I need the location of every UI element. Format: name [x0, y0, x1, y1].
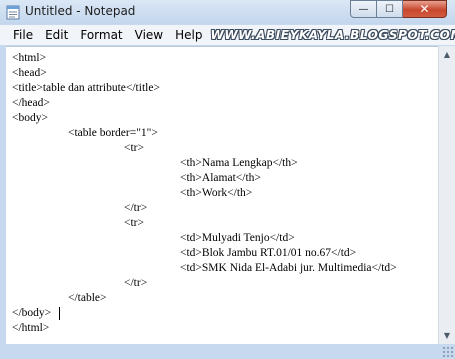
watermark-text: WWW.ABIEYKAYLA.BLOGSPOT.COM	[210, 28, 455, 42]
code-line: <td>SMK Nida El-Adabi jur. Multimedia</t…	[180, 262, 397, 274]
code-line: <td>Mulyadi Tenjo</td>	[180, 232, 295, 244]
menu-edit[interactable]: Edit	[39, 25, 74, 45]
resize-grip[interactable]	[442, 346, 453, 357]
menu-bar: File Edit Format View Help WWW.ABIEYKAYL…	[0, 25, 455, 45]
menu-view[interactable]: View	[129, 25, 169, 45]
window-bottom-frame	[0, 344, 455, 359]
code-line: <head>	[12, 67, 47, 79]
chevron-down-icon: ▼	[443, 331, 451, 340]
minimize-icon: —	[358, 3, 369, 15]
window-title: Untitled - Notepad	[25, 4, 136, 18]
minimize-button[interactable]: —	[350, 0, 377, 18]
code-line: </tr>	[124, 202, 148, 214]
notepad-window: Untitled - Notepad — ☐ ✕ File Edit Forma…	[0, 0, 455, 359]
code-line: <th>Alamat</th>	[180, 172, 261, 184]
menu-format[interactable]: Format	[74, 25, 128, 45]
text-editor-area[interactable]: <html> <head> <title>table dan attribute</…	[6, 46, 438, 344]
menu-help[interactable]: Help	[169, 25, 208, 45]
close-button[interactable]: ✕	[403, 0, 447, 18]
code-line: <tr>	[124, 142, 144, 154]
maximize-button[interactable]: ☐	[377, 0, 403, 18]
scroll-up-button[interactable]: ▲	[439, 46, 455, 63]
close-icon: ✕	[419, 2, 430, 16]
maximize-icon: ☐	[385, 3, 394, 15]
code-line: <title>table dan attribute</title>	[12, 82, 160, 94]
title-bar[interactable]: Untitled - Notepad — ☐ ✕	[0, 0, 455, 24]
code-line: <tr>	[124, 217, 144, 229]
chevron-up-icon: ▲	[443, 50, 451, 59]
code-line: </body>	[12, 307, 52, 319]
code-line: <html>	[12, 52, 47, 64]
code-line: <body>	[12, 112, 48, 124]
vertical-scrollbar[interactable]: ▲ ▼	[438, 46, 455, 344]
code-line: </head>	[12, 97, 50, 109]
caption-buttons: — ☐ ✕	[350, 0, 447, 19]
code-line: <table border="1">	[68, 127, 158, 139]
menu-file[interactable]: File	[0, 25, 39, 45]
notepad-icon	[6, 5, 20, 20]
code-line: <th>Nama Lengkap</th>	[180, 157, 298, 169]
code-line: </table>	[68, 292, 107, 304]
code-line: </tr>	[124, 277, 148, 289]
code-line: </html>	[12, 322, 50, 334]
code-line: <th>Work</th>	[180, 187, 253, 199]
text-caret	[59, 307, 60, 320]
scroll-down-button[interactable]: ▼	[439, 327, 455, 344]
code-line: <td>Blok Jambu RT.01/01 no.67</td>	[180, 247, 357, 259]
